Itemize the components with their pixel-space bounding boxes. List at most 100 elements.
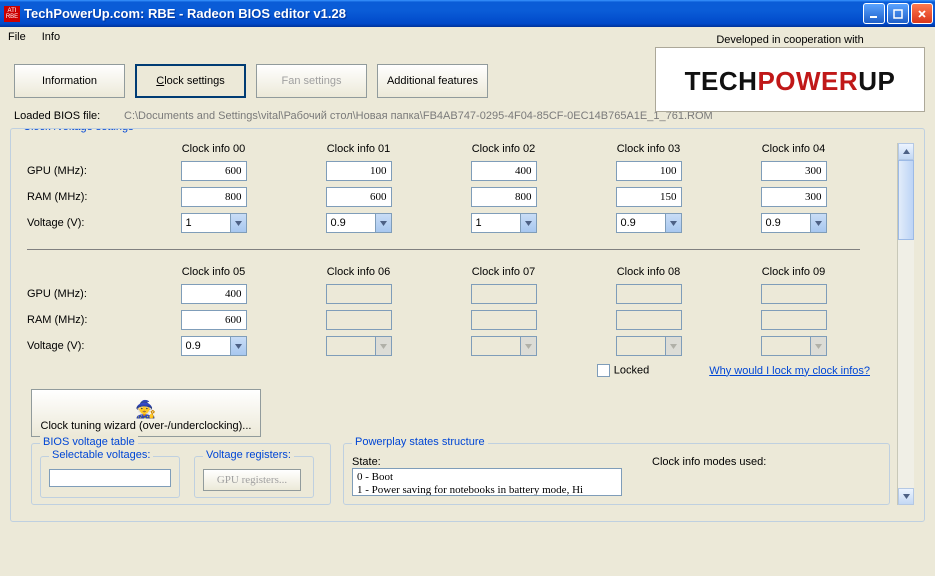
tab-additional-features[interactable]: Additional features [377, 64, 488, 98]
chevron-down-icon [665, 337, 681, 355]
gpu-input-05[interactable] [181, 284, 247, 304]
ram-input-04[interactable] [761, 187, 827, 207]
voltage-combo-09 [761, 336, 827, 356]
window-title: TechPowerUp.com: RBE - Radeon BIOS edito… [24, 6, 863, 21]
gpu-input-03[interactable] [616, 161, 682, 181]
state-item-1[interactable]: 1 - Power saving for notebooks in batter… [357, 484, 617, 496]
cooperation-label: Developed in cooperation with [656, 34, 924, 46]
voltage-combo-06 [326, 336, 392, 356]
cooperation-panel: Developed in cooperation with TECHPOWERU… [655, 47, 925, 112]
voltage-combo-03[interactable]: 0.9 [616, 213, 682, 233]
col-hdr-08: Clock info 08 [576, 266, 721, 278]
gpu-input-09 [761, 284, 827, 304]
voltage-combo-04[interactable]: 0.9 [761, 213, 827, 233]
col-hdr-06: Clock info 06 [286, 266, 431, 278]
state-label: State: [352, 456, 622, 468]
selectable-voltages-fieldset: Selectable voltages: [40, 456, 180, 498]
col-hdr-04: Clock info 04 [721, 143, 866, 155]
chevron-down-icon [230, 214, 246, 232]
ram-input-06 [326, 310, 392, 330]
menu-file[interactable]: File [6, 29, 28, 43]
ram-label: RAM (MHz): [21, 191, 141, 203]
scroll-thumb[interactable] [898, 160, 914, 240]
chevron-down-icon [375, 337, 391, 355]
gpu-input-06 [326, 284, 392, 304]
locked-checkbox[interactable]: Locked [597, 364, 649, 377]
tab-information[interactable]: Information [14, 64, 125, 98]
loaded-bios-path: C:\Documents and Settings\vital\Рабочий … [124, 110, 713, 122]
voltage-combo-00[interactable]: 1 [181, 213, 247, 233]
voltage-combo-02[interactable]: 1 [471, 213, 537, 233]
selectable-voltages-legend: Selectable voltages: [49, 449, 153, 461]
why-lock-link[interactable]: Why would I lock my clock infos? [709, 365, 870, 377]
gpu-input-02[interactable] [471, 161, 537, 181]
chevron-down-icon [520, 337, 536, 355]
loaded-bios-label: Loaded BIOS file: [14, 110, 124, 122]
col-hdr-01: Clock info 01 [286, 143, 431, 155]
tab-clock-settings[interactable]: Clock settings [135, 64, 246, 98]
titlebar: ATIRBE TechPowerUp.com: RBE - Radeon BIO… [0, 0, 935, 27]
selectable-voltages-list[interactable] [49, 469, 171, 487]
ram-input-09 [761, 310, 827, 330]
gpu-label: GPU (MHz): [21, 165, 141, 177]
gpu-input-08 [616, 284, 682, 304]
col-hdr-09: Clock info 09 [721, 266, 866, 278]
gpu-input-07 [471, 284, 537, 304]
chevron-down-icon [810, 337, 826, 355]
voltage-registers-legend: Voltage registers: [203, 449, 294, 461]
voltage-combo-05[interactable]: 0.9 [181, 336, 247, 356]
vertical-scrollbar[interactable] [897, 143, 914, 505]
gpu-input-01[interactable] [326, 161, 392, 181]
techpowerup-logo: TECHPOWERUP [656, 48, 924, 111]
ram-input-03[interactable] [616, 187, 682, 207]
ram-input-07 [471, 310, 537, 330]
ram-input-02[interactable] [471, 187, 537, 207]
ram-label-2: RAM (MHz): [21, 314, 141, 326]
col-hdr-00: Clock info 00 [141, 143, 286, 155]
ram-input-08 [616, 310, 682, 330]
maximize-button[interactable] [887, 3, 909, 24]
powerplay-fieldset: Powerplay states structure State: 0 - Bo… [343, 443, 890, 505]
divider [27, 249, 860, 250]
chevron-down-icon [520, 214, 536, 232]
clock-modes-label: Clock info modes used: [652, 456, 766, 468]
ram-input-01[interactable] [326, 187, 392, 207]
chevron-down-icon [665, 214, 681, 232]
checkbox-icon [597, 364, 610, 377]
chevron-down-icon [810, 214, 826, 232]
clock-voltage-legend: Clock-/voltage settings [19, 128, 138, 133]
bios-voltage-table-fieldset: BIOS voltage table Selectable voltages: … [31, 443, 331, 505]
powerplay-legend: Powerplay states structure [352, 436, 488, 448]
chevron-down-icon [230, 337, 246, 355]
state-item-0[interactable]: 0 - Boot [357, 471, 617, 484]
voltage-combo-07 [471, 336, 537, 356]
chevron-down-icon [375, 214, 391, 232]
voltage-combo-08 [616, 336, 682, 356]
gpu-input-00[interactable] [181, 161, 247, 181]
ram-input-05[interactable] [181, 310, 247, 330]
gpu-input-04[interactable] [761, 161, 827, 181]
wizard-icon: 🧙 [135, 401, 156, 418]
clock-tuning-wizard-button[interactable]: 🧙 Clock tuning wizard (over-/underclocki… [31, 389, 261, 437]
ram-input-00[interactable] [181, 187, 247, 207]
gpu-registers-button: GPU registers... [203, 469, 301, 491]
scroll-up-button[interactable] [898, 143, 914, 160]
scroll-track[interactable] [898, 240, 914, 488]
voltage-label-2: Voltage (V): [21, 340, 141, 352]
bios-voltage-legend: BIOS voltage table [40, 436, 138, 448]
col-hdr-02: Clock info 02 [431, 143, 576, 155]
voltage-registers-fieldset: Voltage registers: GPU registers... [194, 456, 314, 498]
menu-info[interactable]: Info [40, 29, 62, 43]
col-hdr-05: Clock info 05 [141, 266, 286, 278]
col-hdr-07: Clock info 07 [431, 266, 576, 278]
app-icon: ATIRBE [4, 6, 20, 22]
scroll-down-button[interactable] [898, 488, 914, 505]
close-button[interactable] [911, 3, 933, 24]
voltage-label: Voltage (V): [21, 217, 141, 229]
col-hdr-03: Clock info 03 [576, 143, 721, 155]
minimize-button[interactable] [863, 3, 885, 24]
voltage-combo-01[interactable]: 0.9 [326, 213, 392, 233]
state-listbox[interactable]: 0 - Boot 1 - Power saving for notebooks … [352, 468, 622, 496]
gpu-label-2: GPU (MHz): [21, 288, 141, 300]
clock-voltage-fieldset: Clock-/voltage settings Clock info 00 Cl… [10, 128, 925, 522]
